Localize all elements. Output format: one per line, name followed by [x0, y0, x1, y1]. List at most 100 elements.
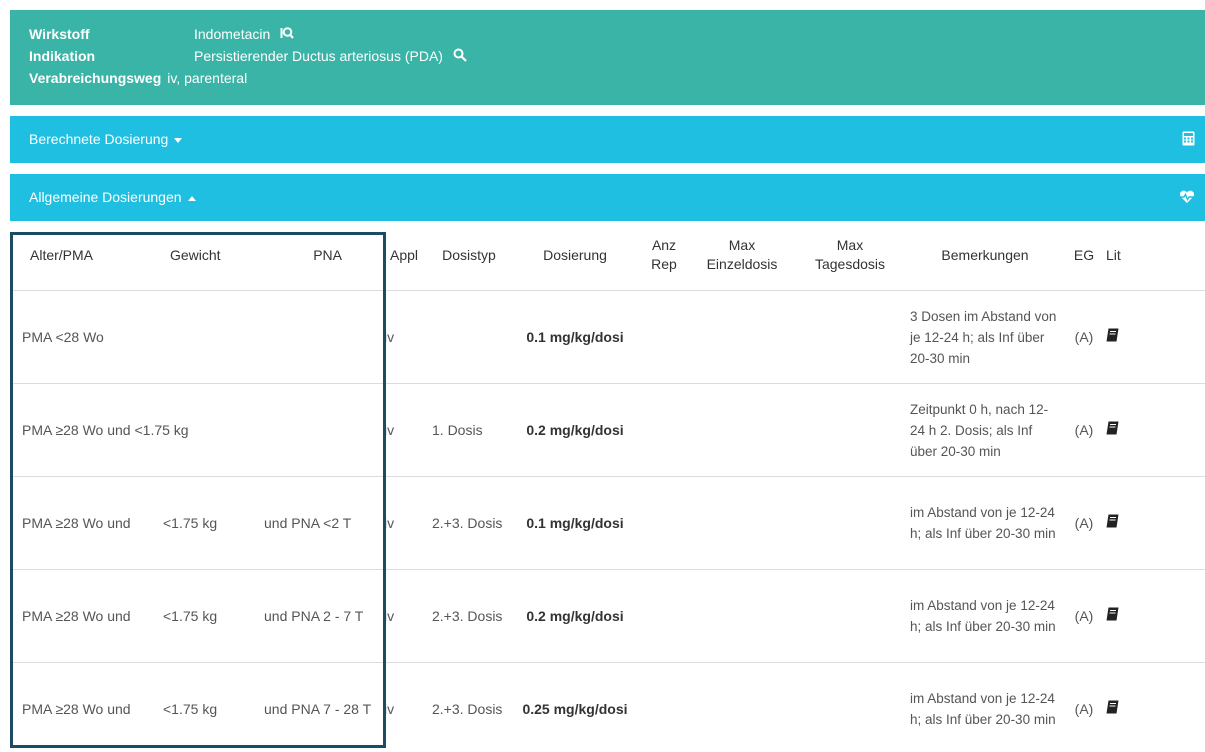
- verabreichungsweg-label: Verabreichungsweg: [29, 70, 162, 86]
- cell-alter: PMA ≥28 Wo und: [10, 662, 150, 752]
- cell-anz-rep: [640, 476, 688, 570]
- table-row: PMA ≥28 Wo und <1.75 kg und PNA 2 - 7 T …: [10, 569, 1205, 663]
- cell-appl: iv: [380, 662, 428, 752]
- cell-dosierung: 0.2 mg/kg/dosi: [510, 383, 640, 477]
- cell-dosierung: 0.1 mg/kg/dosi: [510, 476, 640, 570]
- cell-lit: [1102, 290, 1205, 384]
- search-icon[interactable]: [453, 48, 467, 66]
- header-anz-rep-line2: Rep: [651, 256, 677, 272]
- book-icon[interactable]: [1106, 606, 1119, 627]
- cell-lit: [1102, 662, 1205, 752]
- cell-gewicht: <1.75 kg: [150, 569, 260, 663]
- cell-anz-rep: [640, 383, 688, 477]
- wirkstoff-row: Wirkstoff Indometacin: [29, 25, 294, 43]
- cell-alter: PMA ≥28 Wo und: [10, 476, 150, 570]
- cell-alter: PMA ≥28 Wo und <1.75 kg: [10, 383, 380, 477]
- allgemeine-dosierungen-panel[interactable]: Allgemeine Dosierungen: [10, 174, 1205, 221]
- allgemeine-dosierungen-toggle[interactable]: Allgemeine Dosierungen: [29, 174, 196, 221]
- cell-alter: PMA <28 Wo: [10, 290, 380, 384]
- header-dosistyp[interactable]: Dosistyp: [428, 220, 510, 291]
- cell-max-tagesdosis: [796, 476, 904, 570]
- header-alter[interactable]: Alter/PMA: [10, 220, 150, 291]
- cell-max-einzeldosis: [688, 476, 796, 570]
- table-row: PMA ≥28 Wo und <1.75 kg iv 1. Dosis 0.2 …: [10, 383, 1205, 477]
- cell-appl: iv: [380, 569, 428, 663]
- indikation-label: Indikation: [29, 48, 96, 64]
- header-anz-rep[interactable]: Anz Rep: [640, 220, 688, 291]
- cell-dosistyp: 2.+3. Dosis: [428, 476, 510, 570]
- search-icon[interactable]: [280, 26, 294, 44]
- cell-dosierung: 0.25 mg/kg/dosi: [510, 662, 640, 752]
- cell-dosierung: 0.1 mg/kg/dosi: [510, 290, 640, 384]
- header-dosierung[interactable]: Dosierung: [510, 220, 640, 291]
- header-max-einzel-line2: Einzeldosis: [706, 256, 778, 272]
- header-anz-rep-line1: Anz: [651, 237, 677, 253]
- wirkstoff-value-wrap: Indometacin: [194, 25, 294, 44]
- calculator-icon[interactable]: [1182, 131, 1195, 149]
- drug-info-header: Wirkstoff Indometacin Indikation Persist…: [10, 10, 1205, 105]
- header-max-tages-line1: Max: [836, 237, 864, 253]
- chevron-up-icon: [187, 195, 196, 201]
- cell-appl: iv: [380, 476, 428, 570]
- cell-dosistyp: 2.+3. Dosis: [428, 569, 510, 663]
- verabreichungsweg-row: Verabreichungsweg iv, parenteral: [29, 69, 247, 87]
- header-pna[interactable]: PNA: [260, 220, 380, 291]
- cell-bemerkungen: 3 Dosen im Abstand von je 12-24 h; als I…: [904, 290, 1066, 384]
- cell-gewicht: <1.75 kg: [150, 476, 260, 570]
- cell-eg: (A): [1066, 383, 1102, 477]
- cell-gewicht: <1.75 kg: [150, 662, 260, 752]
- cell-appl: iv: [380, 383, 428, 477]
- header-max-einzeldosis[interactable]: Max Einzeldosis: [688, 220, 796, 291]
- table-row: PMA ≥28 Wo und <1.75 kg und PNA 7 - 28 T…: [10, 662, 1205, 752]
- book-icon[interactable]: [1106, 420, 1119, 441]
- cell-bemerkungen: im Abstand von je 12-24 h; als Inf über …: [904, 476, 1066, 570]
- cell-lit: [1102, 476, 1205, 570]
- cell-dosistyp: [428, 290, 510, 384]
- cell-eg: (A): [1066, 290, 1102, 384]
- cell-pna: und PNA 2 - 7 T: [260, 569, 380, 663]
- table-row: PMA <28 Wo iv 0.1 mg/kg/dosi 3 Dosen im …: [10, 290, 1205, 384]
- cell-dosistyp: 1. Dosis: [428, 383, 510, 477]
- header-gewicht[interactable]: Gewicht: [150, 220, 260, 291]
- berechnete-dosierung-toggle[interactable]: Berechnete Dosierung: [29, 116, 183, 163]
- header-max-tagesdosis[interactable]: Max Tagesdosis: [796, 220, 904, 291]
- cell-max-tagesdosis: [796, 290, 904, 384]
- cell-dosierung: 0.2 mg/kg/dosi: [510, 569, 640, 663]
- cell-max-einzeldosis: [688, 290, 796, 384]
- book-icon[interactable]: [1106, 513, 1119, 534]
- berechnete-dosierung-title: Berechnete Dosierung: [29, 131, 169, 147]
- chevron-down-icon: [174, 137, 183, 143]
- cell-bemerkungen: Zeitpunkt 0 h, nach 12-24 h 2. Dosis; al…: [904, 383, 1066, 477]
- dosing-table: Alter/PMA Gewicht PNA Appl Dosistyp Dosi…: [10, 220, 1205, 752]
- indikation-value: Persistierender Ductus arteriosus (PDA): [194, 48, 443, 64]
- cell-max-tagesdosis: [796, 383, 904, 477]
- cell-max-tagesdosis: [796, 569, 904, 663]
- cell-bemerkungen: im Abstand von je 12-24 h; als Inf über …: [904, 569, 1066, 663]
- cell-appl: iv: [380, 290, 428, 384]
- header-bemerkungen[interactable]: Bemerkungen: [904, 220, 1066, 291]
- wirkstoff-value: Indometacin: [194, 26, 271, 42]
- wirkstoff-label: Wirkstoff: [29, 26, 90, 42]
- cell-max-einzeldosis: [688, 569, 796, 663]
- cell-max-einzeldosis: [688, 383, 796, 477]
- dosing-table-wrapper: Alter/PMA Gewicht PNA Appl Dosistyp Dosi…: [10, 220, 1205, 752]
- cell-pna: und PNA <2 T: [260, 476, 380, 570]
- cell-dosistyp: 2.+3. Dosis: [428, 662, 510, 752]
- header-max-tages-line2: Tagesdosis: [814, 256, 886, 272]
- heartbeat-icon: [1179, 190, 1195, 207]
- header-eg[interactable]: EG: [1066, 220, 1102, 291]
- book-icon[interactable]: [1106, 699, 1119, 720]
- cell-anz-rep: [640, 290, 688, 384]
- header-max-einzel-line1: Max: [728, 237, 756, 253]
- cell-max-einzeldosis: [688, 662, 796, 752]
- table-row: PMA ≥28 Wo und <1.75 kg und PNA <2 T iv …: [10, 476, 1205, 570]
- cell-pna: und PNA 7 - 28 T: [260, 662, 380, 752]
- cell-eg: (A): [1066, 662, 1102, 752]
- cell-alter: PMA ≥28 Wo und: [10, 569, 150, 663]
- book-icon[interactable]: [1106, 327, 1119, 348]
- berechnete-dosierung-panel[interactable]: Berechnete Dosierung: [10, 116, 1205, 163]
- header-appl[interactable]: Appl: [380, 220, 428, 291]
- cell-lit: [1102, 569, 1205, 663]
- table-header-row: Alter/PMA Gewicht PNA Appl Dosistyp Dosi…: [10, 220, 1205, 291]
- header-lit[interactable]: Lit: [1102, 220, 1205, 291]
